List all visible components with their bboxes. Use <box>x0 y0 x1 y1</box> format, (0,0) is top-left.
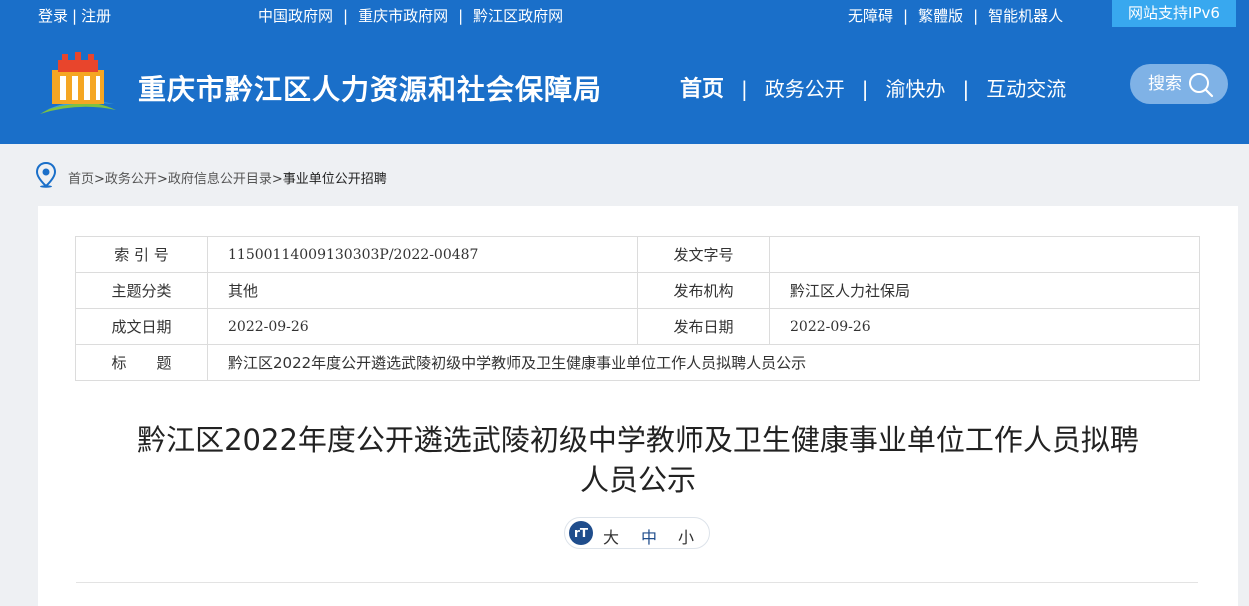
title-label: 标 题 <box>75 344 208 381</box>
doc-number-value <box>769 236 1200 273</box>
font-size-small-button[interactable]: 小 <box>678 524 694 548</box>
search-icon <box>1189 73 1214 98</box>
gov-links: 中国政府网 | 重庆市政府网 | 黔江区政府网 <box>258 5 563 26</box>
breadcrumb-info-catalog[interactable]: 政府信息公开目录 <box>168 172 272 187</box>
issuer-value: 黔江区人力社保局 <box>769 272 1200 309</box>
article-title-line: 黔江区2022年度公开遴选武陵初级中学教师及卫生健康事业单位工作人员拟聘 <box>137 423 1139 457</box>
ipv6-badge: 网站支持IPv6 <box>1112 0 1236 27</box>
link-china-gov[interactable]: 中国政府网 <box>258 7 333 25</box>
traditional-chinese-link[interactable]: 繁體版 <box>918 7 963 25</box>
table-row: 主题分类 其他 发布机构 黔江区人力社保局 <box>75 272 1200 309</box>
divider: | <box>962 77 970 101</box>
doc-number-label: 发文字号 <box>637 236 770 273</box>
created-date-value: 2022-09-26 <box>207 308 638 345</box>
account-links: 登录 | 注册 <box>38 5 111 26</box>
font-size-medium-button[interactable]: 中 <box>641 524 657 548</box>
main-nav: 首页 | 政务公开 | 渝快办 | 互动交流 <box>680 71 1066 103</box>
divider: | <box>343 7 349 25</box>
article-title: 黔江区2022年度公开遴选武陵初级中学教师及卫生健康事业单位工作人员拟聘 人员公… <box>118 420 1158 500</box>
divider: | <box>458 7 464 25</box>
font-size-icon: rT <box>569 521 593 545</box>
breadcrumb-separator: > <box>271 172 283 187</box>
robot-link[interactable]: 智能机器人 <box>988 7 1063 25</box>
nav-government-affairs[interactable]: 政务公开 <box>765 73 845 102</box>
divider: | <box>72 7 78 25</box>
divider: | <box>741 77 748 101</box>
site-logo-icon[interactable] <box>36 52 120 118</box>
table-row: 成文日期 2022-09-26 发布日期 2022-09-26 <box>75 308 1200 345</box>
breadcrumb-government-affairs[interactable]: 政务公开 <box>105 172 157 187</box>
divider: | <box>861 77 869 101</box>
issuer-label: 发布机构 <box>637 272 770 309</box>
published-date-label: 发布日期 <box>637 308 770 345</box>
content-panel: 索 引 号 11500114009130303P/2022-00487 发文字号… <box>38 206 1238 606</box>
register-link[interactable]: 注册 <box>81 7 111 25</box>
content-divider <box>76 582 1198 583</box>
article-title-line: 人员公示 <box>579 463 696 497</box>
table-row: 标 题 黔江区2022年度公开遴选武陵初级中学教师及卫生健康事业单位工作人员拟聘… <box>75 344 1200 381</box>
divider: | <box>973 7 979 25</box>
topic-label: 主题分类 <box>75 272 208 309</box>
accessibility-link[interactable]: 无障碍 <box>848 7 893 25</box>
table-row: 索 引 号 11500114009130303P/2022-00487 发文字号 <box>75 236 1200 273</box>
font-size-control: rT 大 中 小 <box>564 517 710 549</box>
breadcrumb-separator: > <box>156 172 168 187</box>
divider: | <box>903 7 909 25</box>
document-meta-table: 索 引 号 11500114009130303P/2022-00487 发文字号… <box>75 236 1200 381</box>
font-size-large-button[interactable]: 大 <box>603 524 619 548</box>
breadcrumb-home[interactable]: 首页 <box>68 172 94 187</box>
index-label: 索 引 号 <box>75 236 208 273</box>
title-value: 黔江区2022年度公开遴选武陵初级中学教师及卫生健康事业单位工作人员拟聘人员公示 <box>207 344 1200 381</box>
breadcrumb-separator: > <box>94 172 105 187</box>
top-bar: 登录 | 注册 中国政府网 | 重庆市政府网 | 黔江区政府网 无障碍 | 繁體版 | 智能机器人 … <box>0 0 1249 30</box>
index-value: 11500114009130303P/2022-00487 <box>207 236 638 273</box>
site-title: 重庆市黔江区人力资源和社会保障局 <box>138 73 603 106</box>
login-link[interactable]: 登录 <box>38 7 68 25</box>
topic-value: 其他 <box>207 272 638 309</box>
link-chongqing-gov[interactable]: 重庆市政府网 <box>358 7 448 25</box>
created-date-label: 成文日期 <box>75 308 208 345</box>
location-pin-icon <box>36 162 56 188</box>
nav-home[interactable]: 首页 <box>680 71 724 103</box>
utility-links: 无障碍 | 繁體版 | 智能机器人 <box>848 5 1063 26</box>
published-date-value: 2022-09-26 <box>769 308 1200 345</box>
search-label: 搜索 <box>1148 74 1182 94</box>
nav-interaction[interactable]: 互动交流 <box>986 73 1066 102</box>
link-qianjiang-gov[interactable]: 黔江区政府网 <box>473 7 563 25</box>
breadcrumb-current[interactable]: 事业单位公开招聘 <box>283 172 387 187</box>
nav-yukuaiban[interactable]: 渝快办 <box>886 73 946 102</box>
site-header: 登录 | 注册 中国政府网 | 重庆市政府网 | 黔江区政府网 无障碍 | 繁體版 | 智能机器人 … <box>0 0 1249 144</box>
search-button[interactable]: 搜索 <box>1130 64 1228 104</box>
